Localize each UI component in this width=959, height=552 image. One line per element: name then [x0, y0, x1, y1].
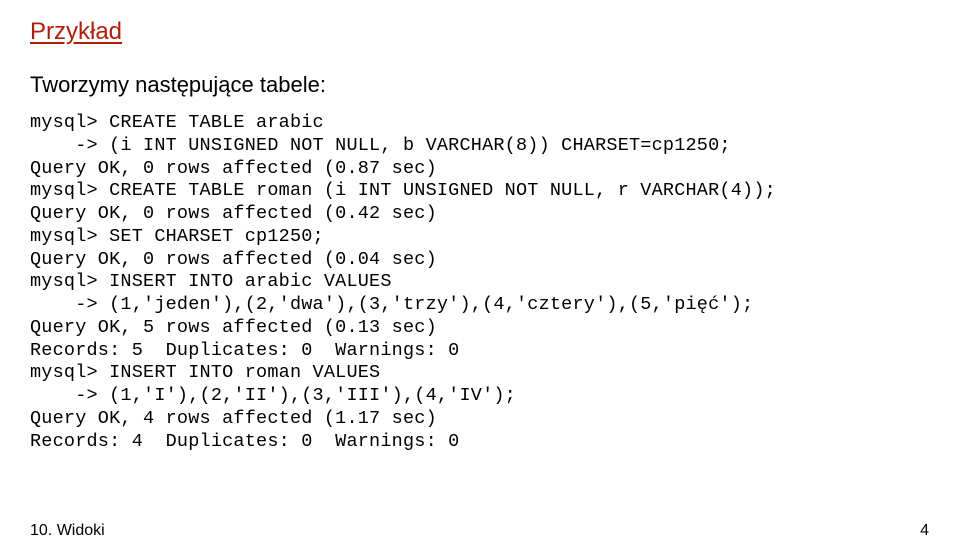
- section-heading: Przykład: [30, 18, 929, 46]
- footer-chapter: 10. Widoki: [30, 522, 105, 540]
- intro-text: Tworzymy następujące tabele:: [30, 72, 929, 98]
- footer: 10. Widoki 4: [30, 522, 929, 540]
- footer-page-number: 4: [920, 522, 929, 540]
- slide-page: Przykład Tworzymy następujące tabele: my…: [0, 0, 959, 552]
- code-block: mysql> CREATE TABLE arabic -> (i INT UNS…: [30, 112, 929, 453]
